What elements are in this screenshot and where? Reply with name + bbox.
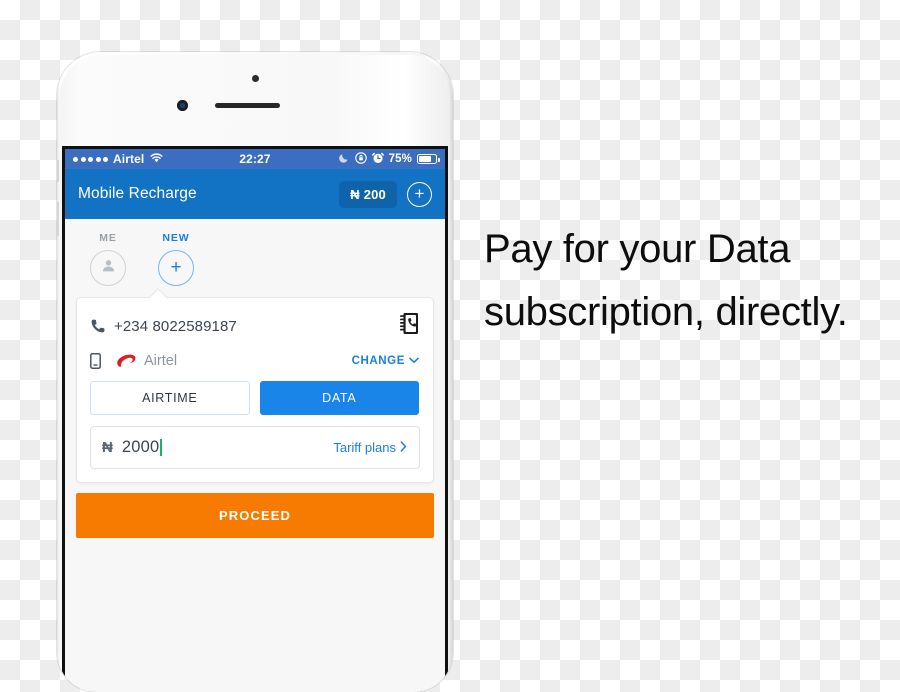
airtel-logo-icon [116, 352, 137, 369]
chevron-down-icon [409, 355, 419, 367]
phone-number-row[interactable]: +234 8022589187 [77, 298, 433, 348]
change-label: CHANGE [351, 354, 405, 367]
recharge-type-segmented-control: AIRTIME DATA [77, 381, 433, 415]
status-bar-right: 75% [338, 151, 440, 167]
add-funds-button[interactable]: + [407, 181, 432, 207]
contact-book-icon[interactable] [400, 312, 419, 340]
tab-me-label: ME [99, 232, 117, 244]
tab-new-label: NEW [162, 232, 190, 244]
wallet-balance-badge[interactable]: ₦ 200 [339, 180, 397, 208]
rotation-lock-icon [354, 151, 367, 167]
segment-airtime[interactable]: AIRTIME [90, 381, 250, 415]
chevron-right-icon [400, 440, 407, 455]
app-header: Mobile Recharge ₦ 200 + [65, 169, 445, 219]
front-camera-icon [177, 100, 188, 111]
sim-card-icon [90, 352, 107, 369]
marketing-headline: Pay for your Data subscription, directly… [484, 227, 848, 335]
device-volume-button[interactable] [57, 202, 59, 236]
plus-icon: + [170, 256, 182, 278]
amount-input[interactable]: ₦ 2000 Tariff plans [90, 426, 420, 469]
signal-strength-icon [73, 156, 108, 162]
app-content: ME NEW + +234 8022589187 Airtel CHANGE A… [65, 219, 445, 692]
tab-me-avatar [90, 250, 126, 286]
earpiece-speaker [215, 103, 280, 108]
segment-data[interactable]: DATA [259, 381, 419, 415]
tariff-plans-link[interactable]: Tariff plans [333, 440, 407, 455]
alarm-clock-icon [371, 152, 384, 167]
proceed-button[interactable]: PROCEED [76, 493, 434, 538]
smartphone-device: Airtel 22:27 75% Mobile Recharge ₦ 200 +… [57, 52, 453, 692]
recipient-tabs: ME NEW + [76, 219, 434, 286]
operator-row[interactable]: Airtel CHANGE [77, 348, 433, 381]
amount-value: 2000 [122, 438, 162, 457]
tab-me[interactable]: ME [85, 232, 131, 286]
change-operator-button[interactable]: CHANGE [352, 355, 419, 367]
app-header-actions: ₦ 200 + [339, 180, 432, 208]
battery-icon [417, 154, 440, 164]
battery-percentage: 75% [388, 153, 412, 165]
operator-name: Airtel [144, 352, 178, 369]
phone-number-value: +234 8022589187 [114, 317, 237, 335]
tariff-plans-label: Tariff plans [333, 440, 396, 455]
recharge-card: +234 8022589187 Airtel CHANGE AIRTIME DA… [76, 288, 434, 483]
person-icon [101, 258, 116, 278]
device-silent-switch[interactable] [57, 160, 59, 182]
phone-handset-icon [90, 318, 107, 334]
text-cursor [160, 439, 162, 456]
moon-icon [338, 152, 350, 166]
naira-symbol-icon: ₦ [102, 439, 113, 456]
status-bar: Airtel 22:27 75% [65, 149, 445, 169]
wifi-icon [150, 153, 163, 166]
proximity-sensor-icon [252, 75, 259, 82]
tab-new-add-button[interactable]: + [158, 250, 194, 286]
carrier-name: Airtel [113, 152, 145, 166]
phone-screen: Airtel 22:27 75% Mobile Recharge ₦ 200 +… [65, 149, 445, 692]
tab-new[interactable]: NEW + [153, 232, 199, 286]
page-title: Mobile Recharge [78, 185, 197, 202]
amount-text: 2000 [121, 438, 160, 456]
status-bar-left: Airtel [73, 152, 163, 166]
